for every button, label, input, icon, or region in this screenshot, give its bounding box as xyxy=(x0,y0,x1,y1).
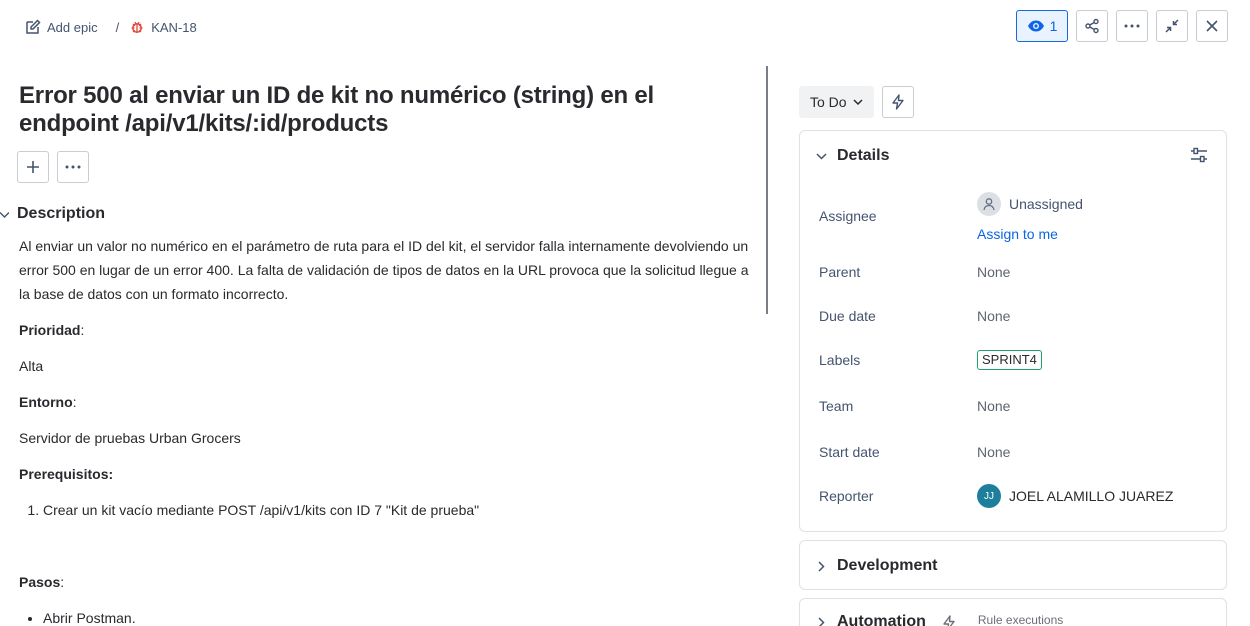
chevron-right-icon xyxy=(818,560,825,572)
development-panel[interactable]: Development xyxy=(799,540,1227,590)
parent-label: Parent xyxy=(819,264,861,280)
column-resize-handle[interactable] xyxy=(766,66,768,314)
add-epic-link[interactable]: Add epic xyxy=(25,19,98,35)
start-date-value[interactable]: None xyxy=(977,444,1010,460)
title-actions xyxy=(17,151,89,183)
close-button[interactable] xyxy=(1196,10,1228,42)
person-icon xyxy=(983,198,995,211)
environment-value: Servidor de pruebas Urban Grocers xyxy=(19,430,241,446)
add-epic-label: Add epic xyxy=(47,19,98,35)
prereq-label: Prerequisitos: xyxy=(19,466,114,482)
description-header[interactable]: Description xyxy=(0,205,105,223)
development-header[interactable]: Development xyxy=(800,541,1226,591)
automation-header[interactable]: Automation Rule executions xyxy=(800,599,1226,626)
assignee-value: Unassigned xyxy=(1009,196,1083,212)
labels-field[interactable]: SPRINT4 xyxy=(977,350,1042,370)
share-icon xyxy=(1085,18,1099,34)
status-row: To Do xyxy=(799,86,914,118)
share-button[interactable] xyxy=(1076,10,1108,42)
automation-panel[interactable]: Automation Rule executions xyxy=(799,598,1227,626)
chevron-down-icon xyxy=(853,99,863,106)
parent-value[interactable]: None xyxy=(977,264,1010,280)
details-header[interactable]: Details xyxy=(800,131,1226,181)
issue-title[interactable]: Error 500 al enviar un ID de kit no numé… xyxy=(19,82,719,138)
breadcrumb: Add epic / KAN-18 xyxy=(25,15,197,39)
steps-list: Abrir Postman. xyxy=(19,606,754,626)
environment-label: Entorno xyxy=(19,394,73,410)
details-heading: Details xyxy=(837,147,890,164)
reporter-field[interactable]: JJ JOEL ALAMILLO JUAREZ xyxy=(977,484,1173,508)
top-actions: 1 xyxy=(1016,10,1228,42)
assignee-field[interactable]: Unassigned xyxy=(977,192,1083,216)
plus-icon xyxy=(27,161,39,173)
chevron-down-icon xyxy=(0,211,9,218)
sliders-icon xyxy=(1191,147,1207,163)
reporter-label: Reporter xyxy=(819,488,874,504)
priority-label: Prioridad xyxy=(19,322,81,338)
reporter-value: JOEL ALAMILLO JUAREZ xyxy=(1009,488,1174,504)
avatar xyxy=(977,192,1001,216)
start-date-label: Start date xyxy=(819,444,880,460)
pencil-icon xyxy=(26,19,41,34)
configure-fields-button[interactable] xyxy=(1190,147,1208,168)
watch-count: 1 xyxy=(1049,18,1058,34)
chevron-down-icon xyxy=(816,152,827,160)
lightning-icon xyxy=(943,615,955,626)
automation-heading: Automation xyxy=(837,613,926,626)
steps-line: Pasos: xyxy=(19,574,65,590)
lightning-icon xyxy=(891,94,904,110)
development-heading: Development xyxy=(837,557,938,574)
minimize-button[interactable] xyxy=(1156,10,1188,42)
more-actions-button[interactable] xyxy=(1116,10,1148,42)
assignee-label: Assignee xyxy=(819,208,877,224)
due-date-value[interactable]: None xyxy=(977,308,1010,324)
avatar: JJ xyxy=(977,484,1001,508)
prereq-line: Prerequisitos: xyxy=(19,462,754,486)
details-panel: Details Assignee Unassigned Assign to me… xyxy=(799,130,1227,532)
labels-label: Labels xyxy=(819,352,861,368)
more-icon xyxy=(1124,24,1140,28)
status-label: To Do xyxy=(810,94,847,110)
assign-to-me-link[interactable]: Assign to me xyxy=(977,226,1058,242)
breadcrumb-separator: / xyxy=(115,19,120,35)
description-text: Al enviar un valor no numérico en el par… xyxy=(19,238,749,302)
list-item: Crear un kit vacío mediante POST /api/v1… xyxy=(43,498,754,522)
close-icon xyxy=(1206,20,1218,32)
list-item: Abrir Postman. xyxy=(43,606,754,626)
minimize-icon xyxy=(1165,19,1179,33)
more-icon xyxy=(65,165,81,169)
team-value[interactable]: None xyxy=(977,398,1010,414)
eye-icon xyxy=(1027,20,1044,32)
label-chip[interactable]: SPRINT4 xyxy=(977,350,1042,370)
bug-icon xyxy=(131,21,143,33)
rule-executions-link[interactable]: Rule executions xyxy=(978,613,1063,626)
issue-key-link[interactable]: KAN-18 xyxy=(129,19,197,35)
steps-label: Pasos xyxy=(19,574,61,590)
prereq-list: Crear un kit vacío mediante POST /api/v1… xyxy=(19,498,754,522)
status-dropdown[interactable]: To Do xyxy=(799,86,874,118)
priority-value: Alta xyxy=(19,358,44,374)
environment-line: Entorno: xyxy=(19,394,77,410)
due-date-label: Due date xyxy=(819,308,876,324)
description-heading: Description xyxy=(17,205,106,222)
description-body[interactable]: Al enviar un valor no numérico en el par… xyxy=(19,234,754,626)
watch-button[interactable]: 1 xyxy=(1016,10,1068,42)
team-label: Team xyxy=(819,398,854,414)
chevron-right-icon xyxy=(818,617,825,626)
priority-line: Prioridad: xyxy=(19,322,85,338)
issue-key: KAN-18 xyxy=(151,19,197,35)
add-button[interactable] xyxy=(17,151,49,183)
automation-button[interactable] xyxy=(881,86,914,118)
issue-more-button[interactable] xyxy=(57,151,89,183)
